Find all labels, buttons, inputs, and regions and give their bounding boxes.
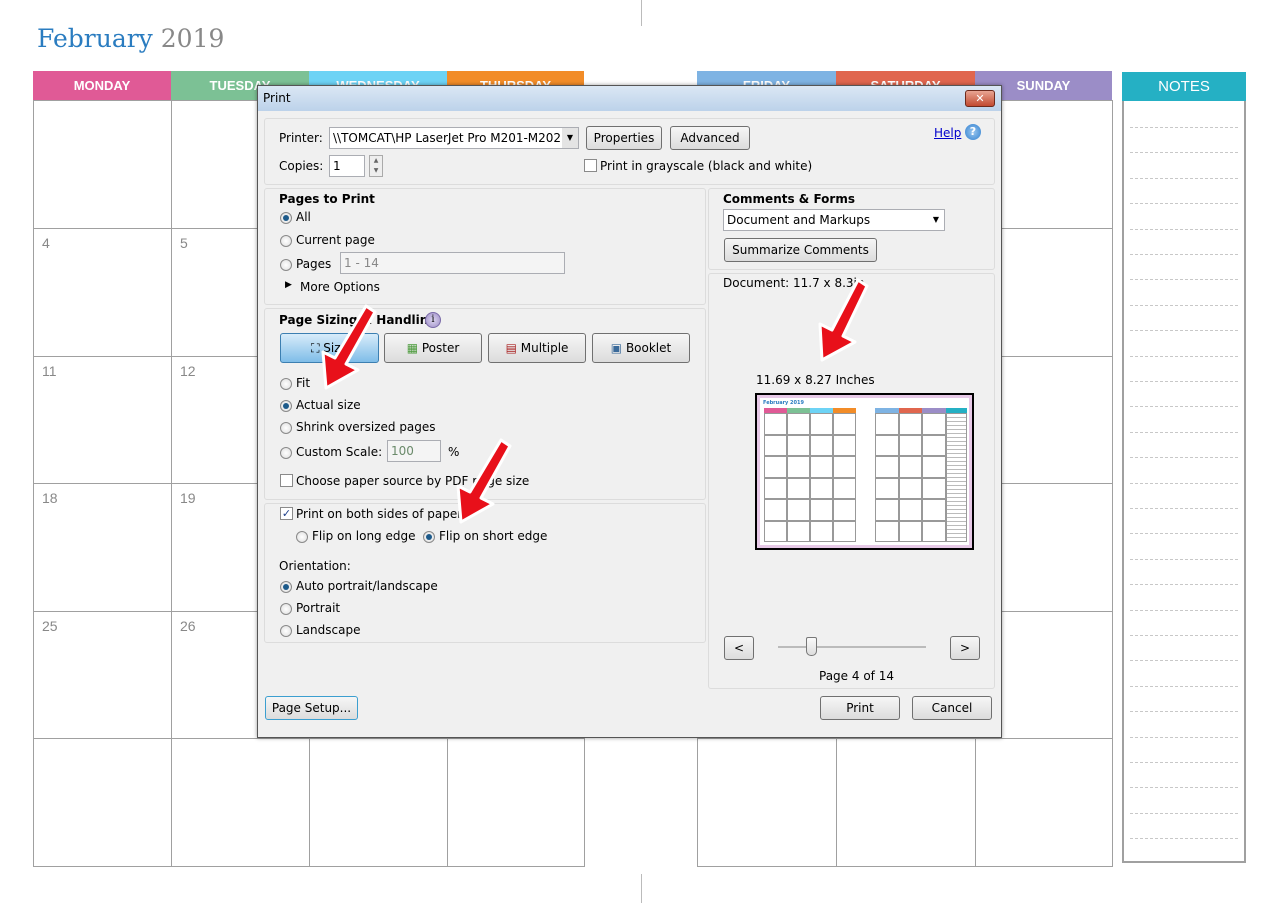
arrow-annotation xyxy=(456,438,512,524)
arrow-annotation xyxy=(321,304,377,390)
arrow-annotation xyxy=(818,278,869,362)
annotation-arrows xyxy=(321,278,869,524)
